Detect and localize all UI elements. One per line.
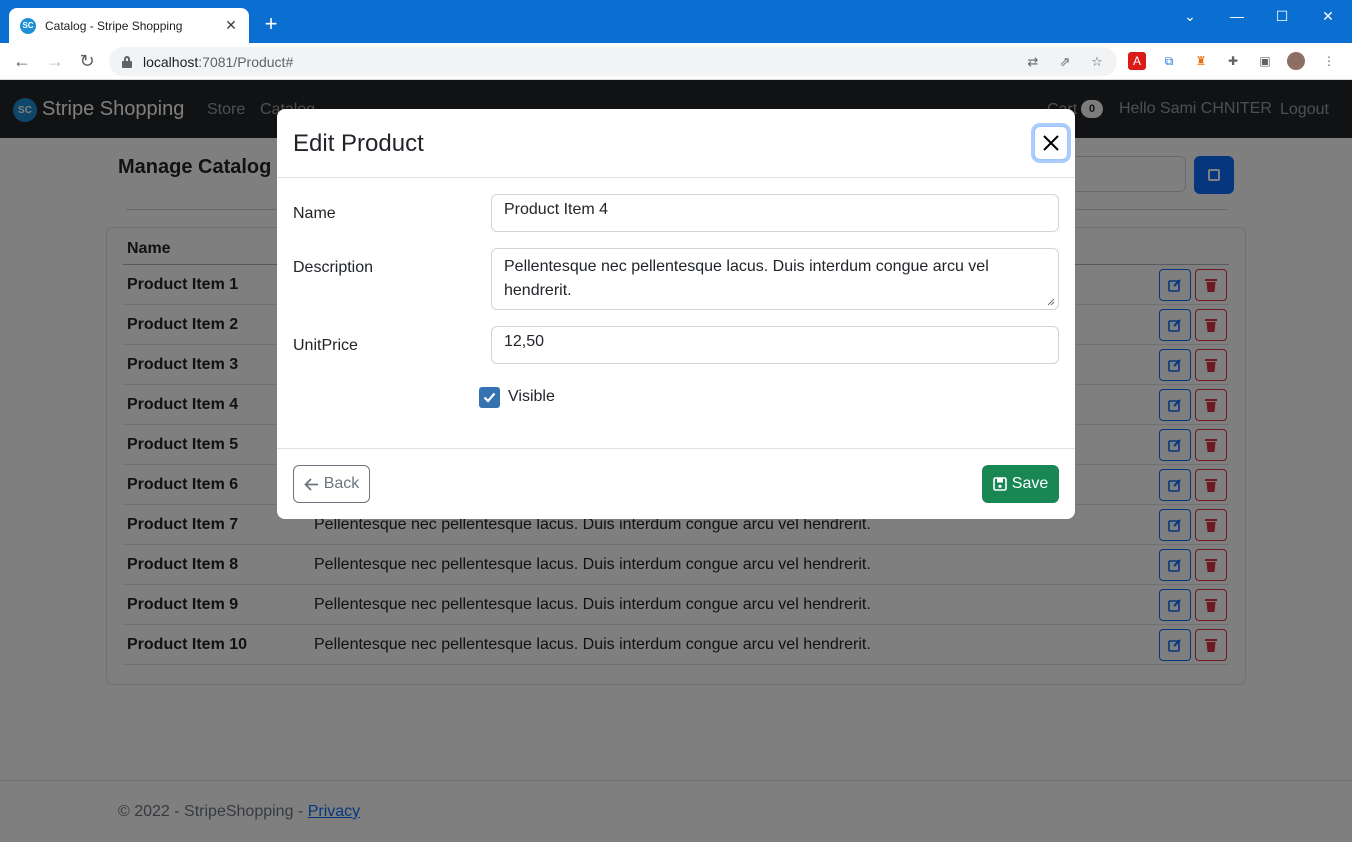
modal-title: Edit Product <box>293 130 424 157</box>
back-label: Back <box>323 475 360 492</box>
modal-header: Edit Product <box>277 109 1075 178</box>
description-textarea[interactable]: Pellentesque nec pellentesque lacus. Dui… <box>491 248 1059 310</box>
unitprice-input[interactable]: 12,50 <box>491 326 1059 364</box>
modal-footer-divider <box>277 448 1075 449</box>
description-text: Pellentesque nec pellentesque lacus. Dui… <box>504 258 989 299</box>
share-icon[interactable]: ⇗ <box>1056 53 1074 71</box>
resize-grip-icon[interactable] <box>1047 298 1055 306</box>
browser-toolbar: ← → ↻ localhost:7081/Product# ⇄ ⇗ ☆ A ⧉ … <box>0 43 1352 80</box>
extension-icon[interactable]: ⧉ <box>1160 52 1178 70</box>
window-close-icon[interactable]: ✕ <box>1313 6 1343 26</box>
browser-titlebar: SC Catalog - Stripe Shopping ✕ + ⌄ — ☐ ✕ <box>0 0 1352 43</box>
browser-tab[interactable]: SC Catalog - Stripe Shopping ✕ <box>9 8 249 43</box>
check-icon <box>483 392 496 403</box>
side-panel-icon[interactable]: ▣ <box>1256 52 1274 70</box>
floppy-disk-icon <box>992 477 1007 491</box>
url-text: localhost:7081/Product# <box>143 53 294 70</box>
visible-checkbox[interactable] <box>479 387 500 408</box>
extensions-puzzle-icon[interactable]: ✚ <box>1224 52 1242 70</box>
name-label: Name <box>293 205 336 222</box>
new-tab-icon[interactable]: + <box>259 12 283 36</box>
tab-search-icon[interactable]: ⌄ <box>1175 6 1205 26</box>
edit-product-modal: Edit Product Name Product Item 4 Descrip… <box>277 109 1075 519</box>
extension-lighthouse-icon[interactable]: ♜ <box>1192 52 1210 70</box>
arrow-left-icon <box>303 477 318 491</box>
tab-close-icon[interactable]: ✕ <box>223 17 239 33</box>
unitprice-label: UnitPrice <box>293 337 358 354</box>
back-arrow-icon[interactable]: ← <box>10 49 34 73</box>
maximize-icon[interactable]: ☐ <box>1267 6 1297 26</box>
favicon-icon: SC <box>20 17 36 34</box>
close-icon <box>1043 135 1059 151</box>
profile-avatar[interactable] <box>1287 52 1305 70</box>
tab-title: Catalog - Stripe Shopping <box>45 18 183 33</box>
save-button[interactable]: Save <box>982 465 1059 503</box>
description-label: Description <box>293 259 374 276</box>
visible-label: Visible <box>508 388 555 405</box>
address-bar[interactable]: localhost:7081/Product# ⇄ ⇗ ☆ <box>109 47 1117 76</box>
angular-extension-icon[interactable]: A <box>1128 52 1146 70</box>
translate-icon[interactable]: ⇄ <box>1024 53 1042 71</box>
bookmark-star-icon[interactable]: ☆ <box>1088 53 1106 71</box>
lock-icon <box>122 55 132 68</box>
browser-menu-icon[interactable]: ⋮ <box>1320 52 1338 70</box>
modal-close-button[interactable] <box>1034 126 1068 160</box>
name-input[interactable]: Product Item 4 <box>491 194 1059 232</box>
forward-arrow-icon[interactable]: → <box>43 49 67 73</box>
save-label: Save <box>1011 475 1049 492</box>
back-button[interactable]: Back <box>293 465 370 503</box>
minimize-icon[interactable]: — <box>1222 6 1252 26</box>
reload-icon[interactable]: ↻ <box>75 49 99 73</box>
